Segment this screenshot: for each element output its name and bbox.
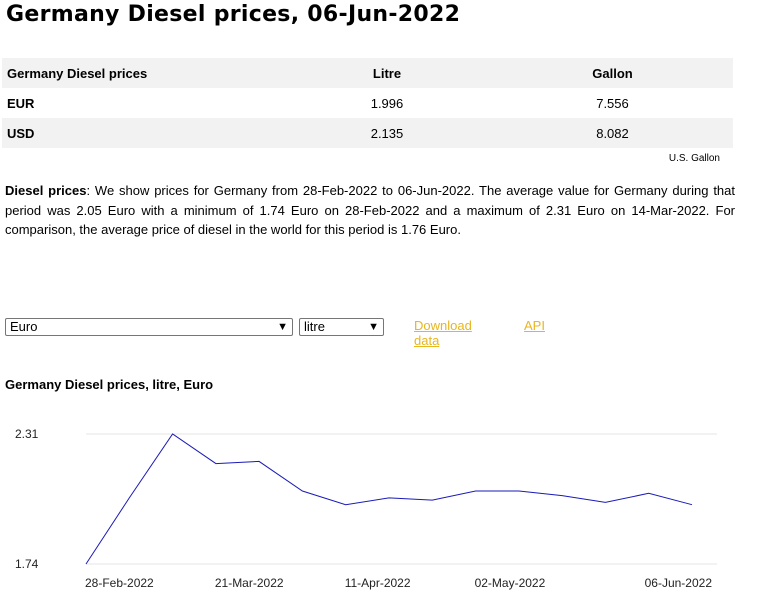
currency-select[interactable]: Euro ▼ (5, 318, 293, 336)
table-row: USD 2.135 8.082 (2, 118, 733, 148)
x-tick-label: 21-Mar-2022 (215, 576, 284, 590)
unit-select[interactable]: litre ▼ (299, 318, 384, 336)
table-cell: 8.082 (596, 125, 629, 141)
download-data-link[interactable]: Download data (414, 318, 472, 348)
table-header: Litre (372, 65, 402, 81)
x-tick-label: 02-May-2022 (475, 576, 546, 590)
x-tick-label: 28-Feb-2022 (85, 576, 154, 590)
table-cell: 2.135 (370, 125, 404, 141)
table-row: EUR 1.996 7.556 (2, 88, 733, 118)
chevron-down-icon: ▼ (368, 321, 379, 333)
y-tick-label: 1.74 (15, 557, 39, 571)
price-table: Germany Diesel prices Litre Gallon EUR 1… (2, 58, 733, 148)
page-title: Germany Diesel prices, 06-Jun-2022 (6, 2, 461, 27)
y-tick-label: 2.31 (15, 427, 39, 441)
table-cell: EUR (7, 95, 35, 111)
api-link[interactable]: API (524, 318, 545, 333)
table-header-row: Germany Diesel prices Litre Gallon (2, 58, 733, 88)
gallon-footnote: U.S. Gallon (668, 153, 720, 164)
price-line-chart: 2.31 1.74 28-Feb-2022 21-Mar-2022 11-Apr-202… (15, 427, 717, 590)
table-cell: 1.996 (370, 95, 404, 111)
x-tick-label: 11-Apr-2022 (345, 576, 411, 590)
table-header: Germany Diesel prices (7, 65, 148, 81)
x-tick-label: 06-Jun-2022 (645, 576, 713, 590)
description-text: : We show prices for Germany from 28-Feb… (5, 183, 736, 237)
table-header: Gallon (592, 65, 633, 81)
chevron-down-icon: ▼ (277, 321, 288, 333)
table-cell: 7.556 (596, 95, 629, 111)
table-cell: USD (7, 125, 35, 141)
chart-title: Germany Diesel prices, litre, Euro (5, 377, 214, 392)
currency-select-value: Euro (10, 319, 38, 334)
description-label: Diesel prices (5, 183, 87, 198)
description-paragraph: Diesel prices: We show prices for German… (5, 181, 735, 240)
unit-select-value: litre (304, 319, 325, 334)
